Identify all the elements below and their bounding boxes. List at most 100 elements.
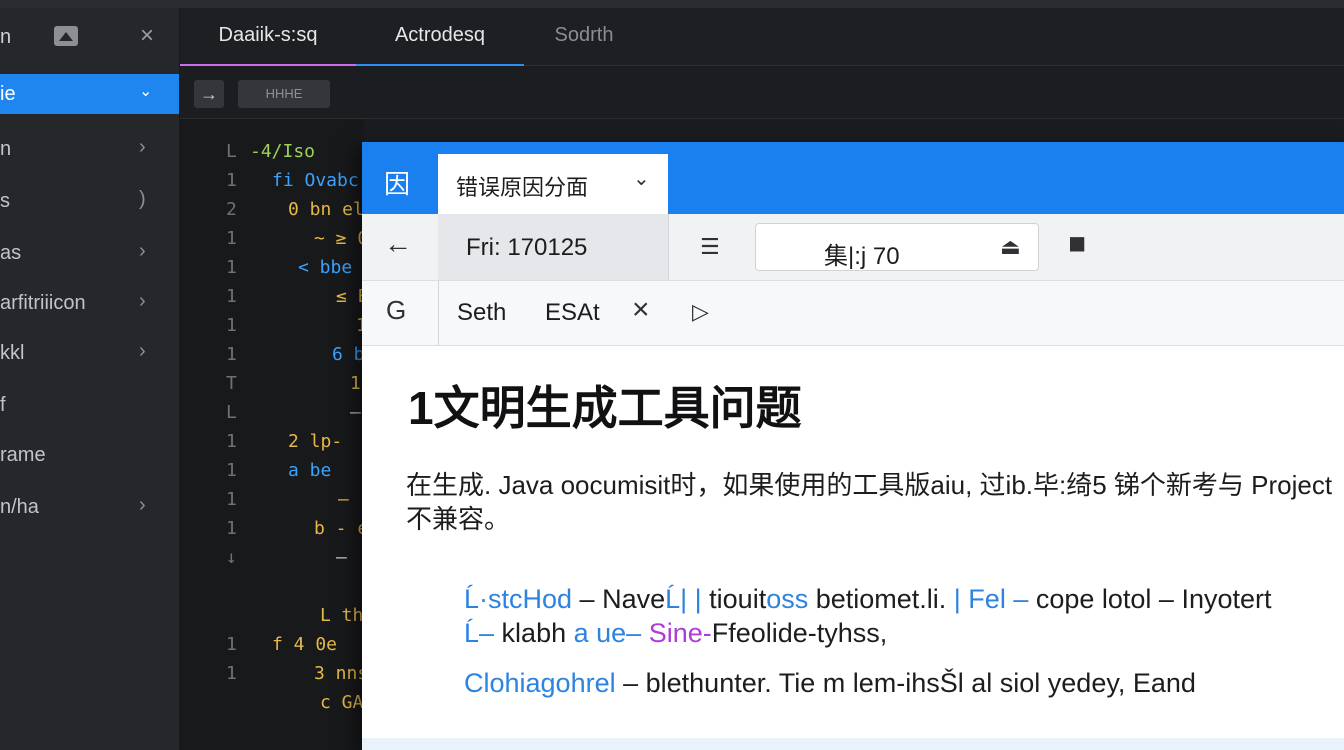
sidebar-header: n × (0, 8, 179, 66)
line1-e: oss (766, 584, 809, 614)
content-line-2: Ĺ– klabh a ue– Sine-Ffeolide-tyhss, (464, 618, 887, 649)
code-text: — (336, 547, 347, 568)
line-number: 1 (226, 663, 237, 684)
line3-b: – blethunter. Tie m lem-ihsŠl al siol ye… (615, 668, 1196, 698)
dialog-header: 因 错误原因分面 ⌄ (362, 142, 1344, 214)
sidebar-item-label: f (0, 394, 6, 416)
sidebar-item-label: as (0, 242, 22, 264)
search-button[interactable]: Seth (457, 299, 506, 327)
g-icon[interactable]: G (386, 295, 406, 326)
line2-a: Ĺ– (464, 618, 495, 648)
divider (668, 214, 669, 280)
line1-a: Ĺ·stcHod (464, 584, 573, 614)
tab-label: Daaiik-s:sq (218, 24, 318, 46)
line1-g: | Fel – (953, 584, 1029, 614)
line-number: 1 (226, 286, 237, 307)
sidebar: n × ie ⌄ n › s ) as › arfitriiicon › kkl… (0, 8, 180, 750)
tab-label: Sodrth (554, 24, 614, 46)
list-icon[interactable]: ☰ (700, 234, 720, 260)
toolbar-field[interactable]: HHHE (238, 80, 330, 108)
image-icon[interactable] (54, 26, 78, 46)
dialog-toolbar-row-1: ← Fri: 170125 ☰ 集|:j 70 ⏏ ◼ (362, 214, 1344, 281)
chevron-down-icon[interactable]: ⌄ (633, 166, 650, 191)
sidebar-item-6[interactable]: f (0, 382, 179, 426)
zoom-label: 集|:j 70 (824, 243, 900, 270)
code-text: ≤ E (336, 286, 364, 307)
line2-d: Sine- (641, 618, 712, 648)
chevron-right-icon: › (139, 494, 146, 516)
chevron-down-icon: ⌄ (139, 83, 153, 100)
line2-b: klabh (494, 618, 574, 648)
sidebar-item-label: arfitriiicon (0, 292, 86, 314)
code-text: c GA (320, 692, 364, 713)
line-number: 1 (226, 460, 237, 481)
dialog-tab-label: 错误原因分面 (456, 175, 589, 200)
line-number: 1 (226, 489, 237, 510)
window-top-strip (0, 0, 1344, 8)
code-editor[interactable]: L -4/Iso 1 fi Ovabc 2 0 bn el 1 ~ ≥ 0 1 < bbe 1 ≤ E… (180, 119, 364, 750)
line-number: 1 (226, 257, 237, 278)
chevron-right-icon: › (139, 136, 146, 158)
line-number: 1 (226, 344, 237, 365)
code-text: — (350, 402, 361, 423)
line-number: 1 (226, 170, 237, 191)
tab-label: Actrodesq (394, 24, 486, 46)
close-icon[interactable]: × (140, 22, 154, 50)
line-number: 1 (226, 228, 237, 249)
sidebar-item-8[interactable]: n/ha › (0, 484, 179, 528)
document-viewer-dialog: 因 错误原因分面 ⌄ ← Fri: 170125 ☰ 集|:j 70 ⏏ ◼ G… (362, 142, 1344, 750)
line-number: 2 (226, 199, 237, 220)
line2-e: Ffeolide-tyhss, (711, 618, 888, 648)
line3-a: Clohiagohrel (464, 668, 616, 698)
line-number: L (226, 402, 237, 423)
tab-1[interactable]: Daaiik-s:sq (180, 8, 356, 67)
sidebar-item-label: rame (0, 444, 46, 466)
back-arrow-icon[interactable]: ← (384, 228, 412, 260)
play-icon[interactable]: ▷ (692, 299, 709, 325)
close-icon[interactable]: × (632, 293, 650, 327)
chevron-right-icon: › (139, 340, 146, 362)
tab-2[interactable]: Actrodesq (356, 8, 524, 67)
dialog-tab[interactable]: 错误原因分面 ⌄ (438, 154, 668, 214)
code-text: a be (288, 460, 332, 481)
code-text: L th (320, 605, 364, 626)
esat-button[interactable]: ESAt (545, 299, 600, 327)
arrow-right-icon[interactable]: → (194, 80, 224, 108)
code-text: -4/Iso (250, 141, 316, 162)
line-number: 1 (226, 518, 237, 539)
editor-toolbar: → HHHE (180, 66, 1344, 119)
sidebar-item-4[interactable]: arfitriiicon › (0, 280, 179, 324)
app-icon: 因 (384, 169, 411, 199)
sidebar-header-text: n (0, 26, 12, 48)
chevron-right-icon: ) (139, 188, 146, 210)
sidebar-item-7[interactable]: rame (0, 432, 179, 476)
sidebar-item-5[interactable]: kkl › (0, 330, 179, 374)
code-text: 6 bn (332, 344, 364, 365)
content-line-3: Clohiagohrel – blethunter. Tie m lem-ihs… (464, 668, 1196, 699)
sidebar-item-3[interactable]: as › (0, 230, 179, 274)
sidebar-item-0[interactable]: ie ⌄ (0, 74, 179, 114)
eject-icon[interactable]: ⏏ (1000, 234, 1021, 260)
code-text: 1 (350, 373, 361, 394)
line-number: 1 (226, 634, 237, 655)
divider (438, 281, 439, 345)
line-number: ↓ (226, 547, 237, 568)
chevron-right-icon: › (139, 240, 146, 262)
tab-3[interactable]: Sodrth (524, 8, 644, 64)
dialog-toolbar-row-2: G Seth ESAt × ▷ (362, 281, 1344, 346)
speaker-icon[interactable]: ◼ (1068, 230, 1086, 256)
sidebar-item-label: ie (0, 83, 16, 105)
dialog-footer (362, 738, 1344, 750)
code-text: 2 lp- (288, 431, 343, 452)
sidebar-item-1[interactable]: n › (0, 126, 179, 170)
line-number: 1 (226, 431, 237, 452)
sidebar-item-2[interactable]: s ) (0, 178, 179, 222)
line2-c: a ue– (573, 618, 642, 648)
chevron-right-icon: › (139, 290, 146, 312)
line-number: 1 (226, 315, 237, 336)
tab-bar: Daaiik-s:sq Actrodesq Sodrth (180, 8, 1344, 67)
code-text: b - e (314, 518, 364, 539)
line1-b: – Nave (572, 584, 666, 614)
zoom-field[interactable]: 集|:j 70 ⏏ (755, 223, 1039, 271)
date-field[interactable]: Fri: 170125 (438, 214, 668, 280)
